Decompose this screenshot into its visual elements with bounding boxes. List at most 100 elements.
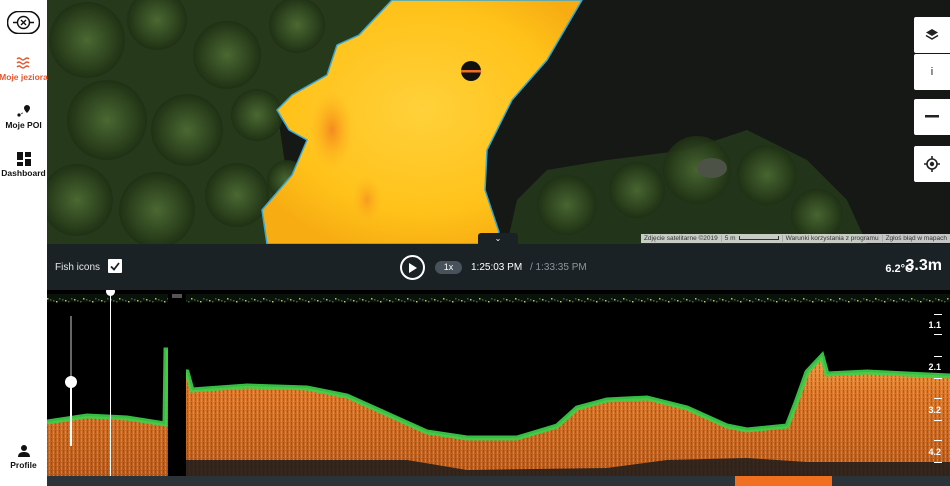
surface-noise-dot xyxy=(290,299,292,301)
surface-noise-dot xyxy=(575,298,577,300)
surface-noise-dot xyxy=(80,301,82,303)
timeline-thumb[interactable] xyxy=(735,476,832,486)
surface-noise-dot xyxy=(701,300,703,302)
depth-scale-label: 1.1 xyxy=(928,320,941,330)
scale-bar xyxy=(738,236,779,240)
timeline-scrubber[interactable] xyxy=(47,476,950,486)
locate-button[interactable] xyxy=(914,146,950,182)
surface-noise-dot xyxy=(632,301,634,303)
depth-tick xyxy=(934,378,942,379)
surface-noise-dot xyxy=(677,300,679,302)
surface-noise-dot xyxy=(503,298,505,300)
surface-noise-dot xyxy=(191,298,193,300)
terms-link[interactable]: Warunki korzystania z programu xyxy=(783,235,883,242)
surface-noise-dot xyxy=(356,301,358,303)
surface-noise-dot xyxy=(218,299,220,301)
surface-noise-dot xyxy=(686,299,688,301)
surface-noise-dot xyxy=(395,298,397,300)
surface-noise-dot xyxy=(335,298,337,300)
surface-noise-dot xyxy=(899,298,901,300)
surface-noise-dot xyxy=(857,300,859,302)
surface-noise-dot xyxy=(782,299,784,301)
depth-tick xyxy=(934,334,942,335)
surface-noise-dot xyxy=(98,299,100,301)
surface-noise-dot xyxy=(641,300,643,302)
surface-noise-dot xyxy=(761,300,763,302)
surface-noise-dot xyxy=(908,301,910,303)
surface-noise-dot xyxy=(539,298,541,300)
gain-slider-handle[interactable] xyxy=(65,376,77,388)
sidebar-item-profile[interactable]: Profile xyxy=(0,444,47,470)
surface-noise-dot xyxy=(521,300,523,302)
report-error-link[interactable]: Zgłoś błąd w mapach xyxy=(883,235,950,242)
compass-logo-icon[interactable] xyxy=(6,10,41,35)
surface-noise-dot xyxy=(557,300,559,302)
surface-noise-dot xyxy=(71,298,73,300)
surface-noise-dot xyxy=(635,298,637,300)
lake-map[interactable]: i Zdjęcie satelitarne ©2019 5 m Warunki … xyxy=(47,0,950,244)
route-pin-icon xyxy=(16,105,30,117)
surface-noise-dot xyxy=(347,298,349,300)
surface-noise-dot xyxy=(533,300,535,302)
surface-noise-dot xyxy=(245,300,247,302)
surface-noise-dot xyxy=(161,300,163,302)
surface-noise-dot xyxy=(113,300,115,302)
surface-noise-dot xyxy=(863,298,865,300)
info-button[interactable]: i xyxy=(914,54,950,90)
surface-noise-dot xyxy=(605,300,607,302)
surface-noise-dot xyxy=(431,298,433,300)
surface-noise-dot xyxy=(233,300,235,302)
surface-noise-dot xyxy=(227,298,229,300)
surface-noise-dot xyxy=(818,299,820,301)
surface-noise-dot xyxy=(506,299,508,301)
sidebar-item-label: Moje POI xyxy=(5,120,42,130)
surface-noise-dot xyxy=(152,301,154,303)
surface-noise-dot xyxy=(659,298,661,300)
person-icon xyxy=(17,445,30,457)
surface-noise-dot xyxy=(137,300,139,302)
surface-noise-dot xyxy=(785,300,787,302)
surface-noise-dot xyxy=(284,301,286,303)
playback-speed-button[interactable]: 1x xyxy=(435,261,462,274)
fish-icons-checkbox[interactable] xyxy=(108,259,122,273)
surface-noise-dot xyxy=(731,298,733,300)
sonar-view[interactable]: 1.1 2.1 3.2 4.2 xyxy=(47,290,950,476)
play-button[interactable] xyxy=(400,255,425,280)
depth-tick xyxy=(934,356,942,357)
sidebar-item-label: Dashboard xyxy=(1,168,46,178)
surface-noise-dot xyxy=(482,299,484,301)
surface-noise-dot xyxy=(194,299,196,301)
layers-button[interactable] xyxy=(914,17,950,53)
surface-noise-dot xyxy=(500,301,502,303)
surface-noise-dot xyxy=(878,299,880,301)
surface-noise-dot xyxy=(50,299,52,301)
surface-noise-dot xyxy=(536,301,538,303)
sidebar-item-moje-jeziora[interactable]: Moje jeziora xyxy=(0,56,48,82)
surface-noise-dot xyxy=(773,300,775,302)
playback-cursor-line[interactable] xyxy=(110,290,111,476)
surface-noise-dot xyxy=(293,300,295,302)
gain-slider-fill xyxy=(70,381,72,446)
play-icon xyxy=(409,262,417,273)
surface-noise-dot xyxy=(596,301,598,303)
surface-noise-dot xyxy=(224,301,226,303)
surface-noise-dot xyxy=(101,300,103,302)
sidebar-item-dashboard[interactable]: Dashboard xyxy=(0,152,47,178)
sidebar-item-moje-poi[interactable]: Moje POI xyxy=(0,104,47,130)
surface-noise-dot xyxy=(746,299,748,301)
surface-noise-dot xyxy=(653,300,655,302)
depth-scale-label: 2.1 xyxy=(928,362,941,372)
fish-icons-label: Fish icons xyxy=(55,262,101,273)
surface-noise-dot xyxy=(230,299,232,301)
surface-noise-dot xyxy=(206,299,208,301)
surface-noise-dot xyxy=(125,300,127,302)
surface-noise-dot xyxy=(83,298,85,300)
zoom-out-button[interactable] xyxy=(914,99,950,135)
surface-noise-dot xyxy=(74,299,76,301)
surface-noise-dot xyxy=(854,299,856,301)
surface-noise-dot xyxy=(674,299,676,301)
depth-tick xyxy=(934,462,942,463)
surface-noise-dot xyxy=(563,298,565,300)
surface-noise-dot xyxy=(881,300,883,302)
collapse-map-tab[interactable]: ⌄ xyxy=(478,233,518,244)
